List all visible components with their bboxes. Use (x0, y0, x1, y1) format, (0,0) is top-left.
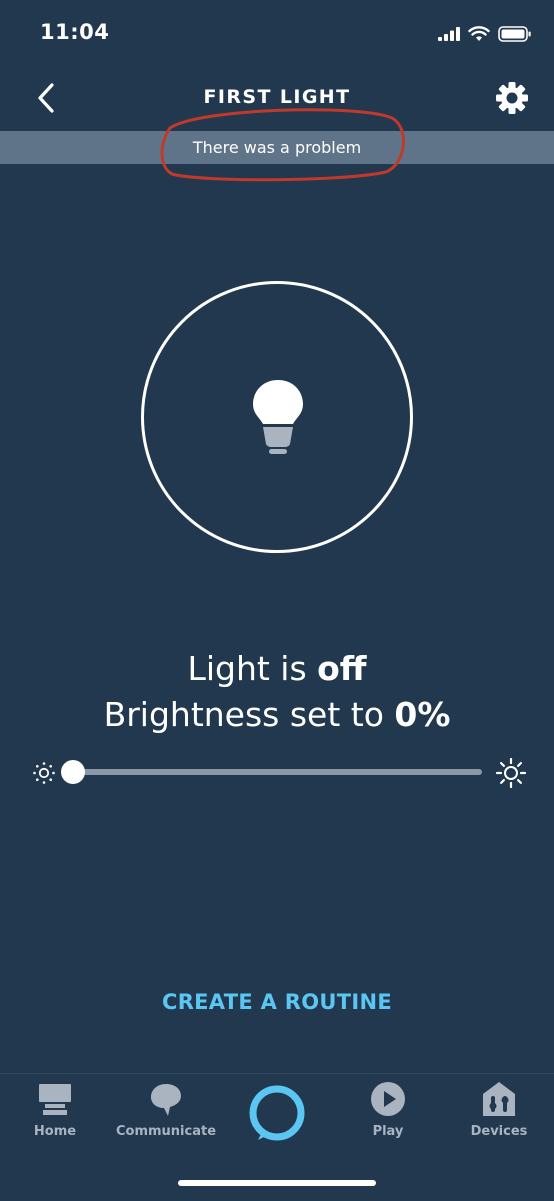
play-icon (371, 1082, 405, 1116)
status-icons (438, 26, 532, 42)
light-bulb-icon (253, 380, 303, 454)
nav-item-devices[interactable]: Devices (444, 1080, 554, 1139)
light-state-text: Light is off (0, 649, 554, 688)
nav-item-communicate[interactable]: Communicate (111, 1080, 221, 1139)
brightness-slider-thumb[interactable] (61, 760, 85, 784)
signal-icon (438, 27, 460, 41)
nav-item-play[interactable]: Play (333, 1080, 443, 1139)
brightness-value: 0% (394, 695, 451, 734)
nav-item-home[interactable]: Home (0, 1080, 110, 1139)
page-title: FIRST LIGHT (203, 86, 351, 108)
light-state-value: off (317, 649, 367, 688)
brightness-prefix: Brightness set to (103, 695, 395, 734)
annotation-circle (160, 108, 405, 182)
communicate-icon (151, 1084, 181, 1116)
alexa-icon (249, 1085, 305, 1141)
status-time: 11:04 (40, 20, 110, 44)
home-indicator (178, 1180, 376, 1186)
nav-label-home: Home (33, 1124, 77, 1139)
brightness-high-icon (495, 757, 527, 789)
home-icon (39, 1084, 71, 1115)
brightness-low-icon (33, 762, 55, 784)
light-state-prefix: Light is (187, 649, 318, 688)
nav-label-communicate: Communicate (115, 1124, 217, 1139)
nav-label-devices: Devices (470, 1124, 528, 1139)
settings-button[interactable] (494, 80, 530, 116)
nav-label-play: Play (372, 1124, 404, 1139)
battery-icon (498, 26, 531, 42)
create-routine-link[interactable]: CREATE A ROUTINE (0, 990, 554, 1014)
brightness-text: Brightness set to 0% (0, 695, 554, 734)
brightness-slider[interactable] (72, 769, 482, 775)
nav-item-alexa[interactable] (222, 1084, 332, 1142)
devices-icon (483, 1082, 515, 1116)
gear-icon (496, 82, 528, 114)
wifi-icon (468, 26, 490, 41)
